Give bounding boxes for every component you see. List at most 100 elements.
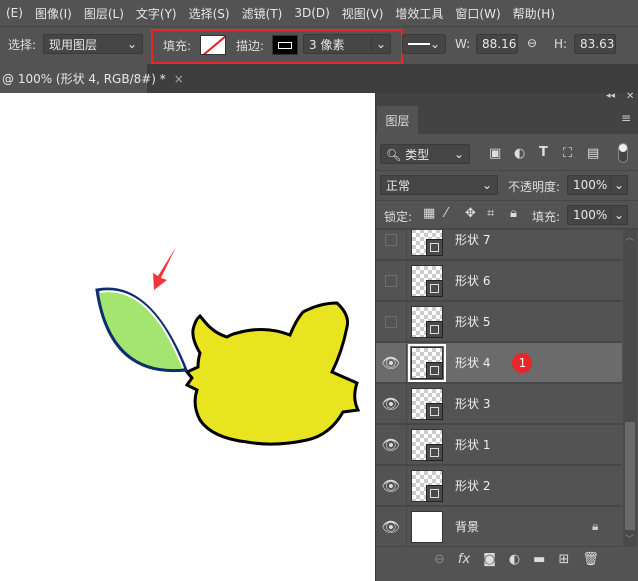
- eye-visibility-icon[interactable]: 👁︎: [381, 354, 400, 372]
- adjustment-layer-icon[interactable]: ◐: [509, 552, 520, 567]
- eye-visibility-icon[interactable]: 👁︎: [381, 518, 400, 536]
- panel-header-strip: ◂◂ ✕: [376, 91, 638, 106]
- shape-filter-icon[interactable]: ⛶: [563, 146, 572, 161]
- layer-row[interactable]: 👁︎ 形状 4 1: [376, 343, 622, 384]
- menu-item[interactable]: 文字(Y): [130, 5, 183, 22]
- select-value: 现用图层: [49, 37, 98, 52]
- fx-icon[interactable]: fx: [458, 552, 470, 567]
- layer-row[interactable]: 形状 7: [376, 230, 622, 261]
- menu-item[interactable]: 滤镜(T): [236, 5, 289, 22]
- smart-object-filter-icon[interactable]: ▤: [587, 146, 599, 161]
- adjustment-filter-icon[interactable]: ◐: [514, 146, 525, 161]
- filter-kind-dropdown[interactable]: 🔍︎ 类型 ⌄: [380, 144, 470, 164]
- close-panel-icon[interactable]: ✕: [626, 91, 634, 102]
- eye-visibility-icon[interactable]: 👁︎: [381, 477, 400, 495]
- width-input[interactable]: 88.16: [476, 34, 518, 54]
- collapse-icon[interactable]: ◂◂: [606, 91, 615, 101]
- shape-layer-icon: [426, 443, 443, 461]
- fill-label: 填充:: [163, 39, 192, 53]
- scroll-up-icon[interactable]: ︿: [625, 230, 634, 243]
- divider: [376, 200, 638, 201]
- new-group-folder-icon[interactable]: ▬: [533, 552, 545, 567]
- shape-layer-icon: [426, 484, 443, 502]
- shape-layer-icon: [426, 279, 443, 297]
- layer-row[interactable]: 形状 6: [376, 261, 622, 302]
- add-mask-icon[interactable]: ◙: [483, 552, 496, 567]
- eye-visibility-icon[interactable]: 👁︎: [381, 436, 400, 454]
- delete-trash-icon[interactable]: 🗑︎: [582, 552, 599, 567]
- menu-item[interactable]: 窗口(W): [449, 5, 506, 22]
- link-icon[interactable]: ⊖: [527, 36, 537, 50]
- layer-name: 形状 1: [455, 438, 491, 452]
- visibility-checkbox-off[interactable]: [385, 315, 397, 328]
- shape-layer-icon: [426, 238, 443, 256]
- menu-item[interactable]: 帮助(H): [507, 5, 561, 22]
- fill-swatch-none[interactable]: [200, 35, 226, 55]
- document-tab[interactable]: @ 100% (形状 4, RGB/8#) * ×: [0, 64, 184, 93]
- layer-thumbnail: [411, 469, 443, 502]
- lock-transparency-icon[interactable]: ▦: [423, 206, 435, 221]
- layers-scrollbar[interactable]: ︿ ﹀: [623, 230, 637, 547]
- layer-row[interactable]: 形状 5: [376, 302, 622, 343]
- layer-name: 形状 6: [455, 274, 491, 288]
- lock-label: 锁定:: [384, 210, 413, 224]
- lock-all-icon[interactable]: 🔒︎: [510, 206, 517, 221]
- layer-thumbnail: [408, 343, 446, 382]
- blend-mode-dropdown[interactable]: 正常 ⌄: [380, 175, 498, 195]
- opacity-input[interactable]: 100% ⌄: [567, 175, 628, 195]
- select-dropdown[interactable]: 现用图层 ⌄: [43, 34, 143, 54]
- height-input[interactable]: 83.63: [574, 34, 616, 54]
- scrollbar-thumb[interactable]: [625, 422, 635, 530]
- chevron-down-icon: ⌄: [609, 208, 627, 222]
- layer-thumbnail: [411, 264, 443, 297]
- stroke-type-dropdown[interactable]: ⌄: [402, 34, 446, 54]
- layer-row[interactable]: 👁︎ 形状 3: [376, 384, 622, 425]
- lock-pixels-brush-icon[interactable]: ⁄: [445, 206, 447, 221]
- chevron-down-icon: ⌄: [609, 178, 627, 192]
- document-tab-title: @ 100% (形状 4, RGB/8#) *: [2, 72, 166, 86]
- layer-thumbnail: [411, 230, 443, 256]
- close-icon[interactable]: ×: [174, 72, 184, 86]
- layer-row[interactable]: 👁︎ 背景 🔒︎: [376, 507, 622, 547]
- layers-bottom-toolbar: ⊖ fx ◙ ◐ ▬ ⊞ 🗑︎: [376, 548, 638, 570]
- scroll-down-icon[interactable]: ﹀: [625, 532, 634, 545]
- options-bar: 选择: 现用图层 ⌄ 填充: 描边: 3 像素 ⌄ ⌄ W: 88.16 ⊖ H: …: [0, 26, 638, 64]
- stroke-swatch[interactable]: [272, 35, 298, 55]
- menu-item[interactable]: 视图(V): [336, 5, 390, 22]
- chevron-down-icon: ⌄: [370, 37, 390, 51]
- new-layer-icon[interactable]: ⊞: [558, 552, 569, 567]
- menu-item[interactable]: 图像(I): [29, 5, 78, 22]
- chevron-down-icon: ⌄: [126, 37, 137, 51]
- menu-bar: (E) 图像(I) 图层(L) 文字(Y) 选择(S) 滤镜(T) 3D(D) 视图(V) 增效…: [0, 0, 638, 26]
- lock-artboard-icon[interactable]: ⌗: [487, 206, 494, 221]
- layer-thumbnail: [411, 387, 443, 420]
- layer-row[interactable]: 👁︎ 形状 1: [376, 425, 622, 466]
- menu-item[interactable]: 图层(L): [78, 5, 130, 22]
- visibility-checkbox-off[interactable]: [385, 233, 397, 246]
- layer-thumbnail: [411, 305, 443, 338]
- eye-visibility-icon[interactable]: 👁︎: [381, 395, 400, 413]
- canvas-artwork: [95, 247, 361, 446]
- layers-tab[interactable]: 图层: [377, 106, 418, 134]
- search-icon: 🔍︎: [386, 147, 402, 162]
- canvas[interactable]: [0, 93, 375, 581]
- image-filter-icon[interactable]: ▣: [489, 146, 501, 161]
- filter-toggle[interactable]: [618, 143, 628, 163]
- panel-menu-icon[interactable]: ≡: [621, 111, 631, 125]
- visibility-checkbox-off[interactable]: [385, 274, 397, 287]
- height-label: H:: [554, 37, 568, 51]
- menu-item[interactable]: 3D(D): [288, 6, 335, 20]
- chevron-down-icon: ⌄: [481, 178, 492, 192]
- stroke-width-dropdown[interactable]: 3 像素 ⌄: [303, 34, 391, 54]
- layer-row[interactable]: 👁︎ 形状 2: [376, 466, 622, 507]
- link-layers-icon[interactable]: ⊖: [434, 552, 445, 567]
- opacity-value: 100%: [573, 178, 608, 192]
- type-filter-icon[interactable]: T: [539, 145, 548, 160]
- menu-item[interactable]: 选择(S): [183, 5, 236, 22]
- menu-item[interactable]: (E): [0, 6, 29, 20]
- lock-position-move-icon[interactable]: ✥: [465, 206, 476, 221]
- menu-item[interactable]: 增效工具: [389, 5, 449, 22]
- select-label: 选择:: [8, 38, 37, 52]
- lock-icon: 🔒︎: [592, 519, 599, 533]
- fill-input[interactable]: 100% ⌄: [567, 205, 628, 225]
